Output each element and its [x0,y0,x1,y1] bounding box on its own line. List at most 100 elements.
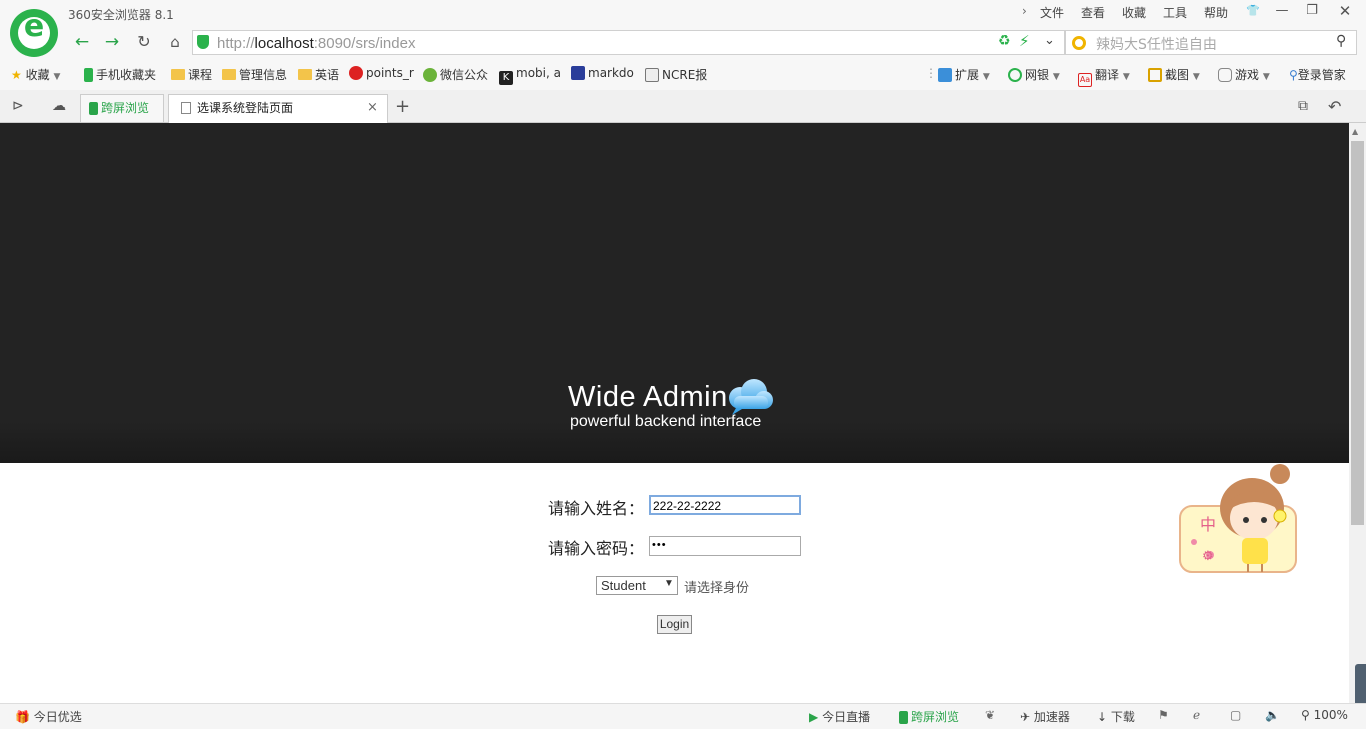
close-button[interactable]: ✕ [1333,2,1357,20]
search-box[interactable]: 辣妈大S任性追自由 ⚲ [1065,30,1357,55]
security-shield-icon [197,35,209,49]
paw-icon [571,66,585,80]
chevron-down-icon: ▼ [53,72,61,82]
bookmark-favorites[interactable]: ★ 收藏 ▼ [11,66,60,83]
star-icon: ★ [11,68,22,82]
search-placeholder[interactable]: 辣妈大S任性追自由 [1096,34,1217,54]
refresh-button[interactable]: ↻ [131,30,157,54]
gift-icon: 🎁 [15,710,30,724]
role-selected-value: Student [601,578,646,593]
undo-close-icon[interactable]: ↶ [1328,97,1341,116]
bookmark-course[interactable]: 课程 [171,66,212,83]
ncre-icon [645,68,659,82]
downloads[interactable]: ↓ 下载 [1097,708,1135,725]
skin-icon[interactable]: 👕 [1241,2,1265,20]
password-input[interactable]: ••• [649,536,801,556]
bookmark-ncre[interactable]: NCRE报 [645,66,707,83]
phone-icon [89,102,98,115]
speaker-icon[interactable]: 🔈 [1265,708,1280,722]
menu-help[interactable]: 帮助 [1204,4,1228,21]
translate-button[interactable]: Aa 翻译 ▼ [1078,66,1130,87]
home-button[interactable]: ⌂ [162,30,188,54]
phone-icon [899,711,908,724]
bank-button[interactable]: 网银 ▼ [1008,66,1060,83]
tab-list-icon[interactable]: ⧉ [1298,98,1308,114]
chevron-down-icon: ▼ [1192,72,1200,82]
bookmark-english[interactable]: 英语 [298,66,339,83]
restore-button[interactable]: ❐ [1300,2,1324,20]
bookmark-management[interactable]: 管理信息 [222,66,287,83]
mascot-image[interactable]: 中 ⚙ [1176,462,1300,576]
rocket-icon: ✈ [1020,710,1031,724]
window-icon[interactable]: ▢ [1230,708,1241,722]
cloud-icon[interactable]: ☁ [52,98,66,114]
games-button[interactable]: 游戏 ▼ [1218,66,1270,83]
scrollbar-thumb[interactable] [1351,141,1364,525]
sidebar-toggle-icon[interactable]: ⊳ [12,98,24,114]
login-button[interactable]: Login [657,615,692,634]
back-button[interactable]: ← [69,30,95,54]
scissors-icon [1148,68,1162,82]
folder-icon [298,69,312,80]
play-icon: ▶ [809,710,819,724]
cross-screen-status[interactable]: 跨屏浏览 [899,708,959,725]
browser-logo-icon[interactable]: e [10,9,58,57]
bookmark-points[interactable]: points_r [349,66,414,80]
name-label: 请输入姓名： [548,499,645,518]
phone-icon [84,68,93,82]
address-bar[interactable]: http://localhost:8090/srs/index ♻ ⚡ ⌄ [192,30,1065,55]
bookmark-mobi[interactable]: Kmobi, a [499,66,561,85]
role-select[interactable]: Student ▼ [596,576,678,595]
weibo-icon [349,66,363,80]
chevron-down-icon: ▼ [1262,72,1270,82]
daily-picks[interactable]: 🎁 今日优选 [15,708,82,725]
k-icon: K [499,71,513,85]
tab-cross-screen[interactable]: 跨屏浏览 [80,94,164,122]
folder-icon [171,69,185,80]
menu-view[interactable]: 查看 [1081,4,1105,21]
bookmark-mobile[interactable]: 手机收藏夹 [84,66,156,83]
menu-tools[interactable]: 工具 [1163,4,1187,21]
menu-favorites[interactable]: 收藏 [1122,4,1146,21]
translate-icon: Aa [1078,73,1092,87]
extensions-button[interactable]: 扩展 ▼ [938,66,990,83]
name-input[interactable]: 222-22-2222 [649,495,801,515]
chevron-down-icon: ▼ [1122,72,1130,82]
chevron-down-icon[interactable]: ⌄ [1044,33,1055,48]
chevron-down-icon: ▼ [1052,72,1060,82]
cloud-logo-icon [729,379,773,415]
toolbar-separator: ⋮ [925,66,937,80]
recycle-icon[interactable]: ♻ [998,33,1011,49]
url-text[interactable]: http://localhost:8090/srs/index [217,35,415,52]
menu-expand-icon[interactable]: › [1022,4,1027,18]
search-engine-icon[interactable] [1072,36,1086,50]
zoom-level[interactable]: ⚲ 100% [1301,708,1348,722]
download-icon: ↓ [1097,710,1108,724]
flag-icon[interactable]: ⚑ [1158,708,1169,722]
bookmark-markdown[interactable]: markdo [571,66,634,80]
new-tab-button[interactable]: + [395,96,410,117]
leaf-icon[interactable]: ❦ [985,708,995,722]
gear-icon: ⚙ [1202,549,1214,564]
tab-close-icon[interactable]: × [367,95,378,121]
mascot-character: 中 [1200,515,1216,534]
wechat-icon [423,68,437,82]
page-icon [181,102,191,114]
scroll-up-icon[interactable]: ▲ [1352,127,1358,136]
role-hint: 请选择身份 [684,581,750,596]
password-label: 请输入密码： [548,539,645,558]
tab-login-page[interactable]: 选课系统登陆页面 × [168,94,388,123]
grid-icon [938,68,952,82]
accelerator[interactable]: ✈ 加速器 [1020,708,1070,725]
menu-file[interactable]: 文件 [1040,4,1064,21]
speed-mode-icon[interactable]: ⚡ [1019,32,1030,50]
search-icon[interactable]: ⚲ [1336,33,1346,49]
ie-icon[interactable]: ℯ [1193,708,1200,722]
forward-button[interactable]: → [99,30,125,54]
minimize-button[interactable]: — [1270,2,1294,20]
login-manager-button[interactable]: ⚲登录管家 [1289,66,1346,83]
bookmark-wechat[interactable]: 微信公众 [423,66,488,83]
daily-live[interactable]: ▶ 今日直播 [809,708,870,725]
chevron-down-icon: ▼ [982,72,990,82]
screenshot-button[interactable]: 截图 ▼ [1148,66,1200,83]
